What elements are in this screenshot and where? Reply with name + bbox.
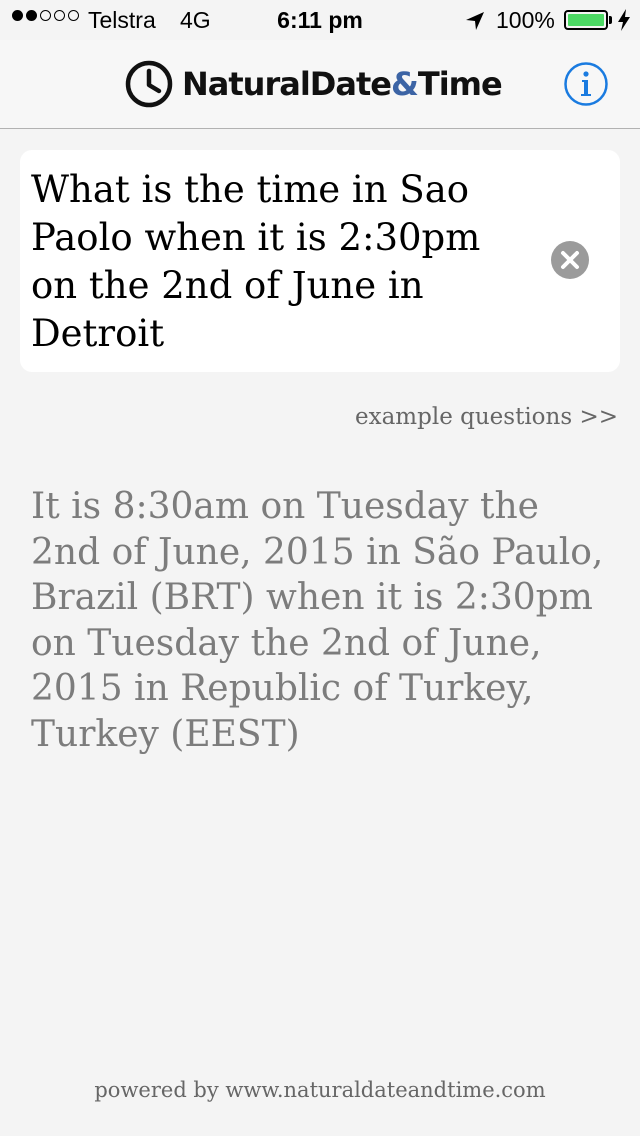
clear-icon[interactable] [550, 240, 590, 280]
query-input-card[interactable]: What is the time in Sao Paolo when it is… [20, 150, 620, 372]
battery-icon [564, 10, 608, 30]
charging-bolt-icon [618, 9, 630, 31]
location-arrow-icon [466, 12, 484, 30]
status-bar: Telstra 4G 6:11 pm 100% [0, 0, 640, 40]
app-logo: NaturalDate&Time [124, 59, 503, 109]
answer-text: It is 8:30am on Tuesday the 2nd of June,… [31, 486, 604, 755]
brand-name: NaturalDate&Time [182, 65, 503, 103]
query-input[interactable]: What is the time in Sao Paolo when it is… [31, 166, 531, 358]
info-icon[interactable] [563, 61, 609, 107]
clock-icon [125, 60, 173, 108]
battery-percentage: 100% [496, 7, 555, 33]
nav-bar: NaturalDate&Time [0, 40, 640, 129]
example-questions-link[interactable]: example questions >> [355, 404, 618, 430]
footer-powered-by[interactable]: powered by www.naturaldateandtime.com [0, 1078, 640, 1102]
battery-tip [609, 16, 612, 24]
